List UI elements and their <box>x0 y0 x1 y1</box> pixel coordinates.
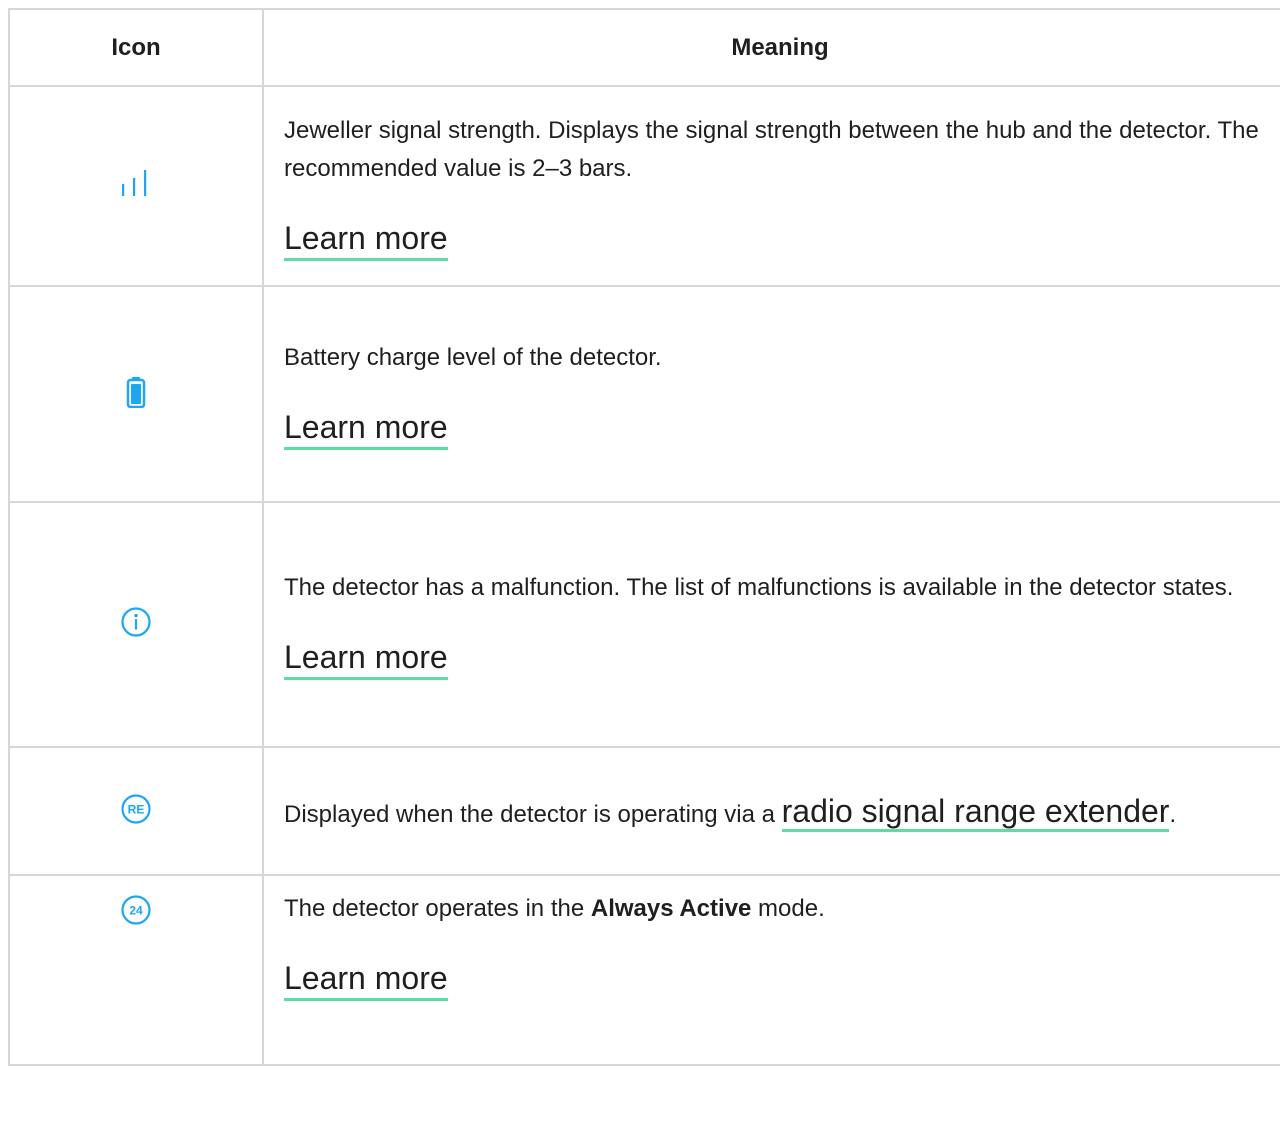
icon-cell <box>8 501 264 748</box>
always-active-icon: 24 <box>120 894 152 926</box>
meaning-cell: The detector has a malfunction. The list… <box>262 501 1280 748</box>
icon-cell <box>8 285 264 503</box>
info-icon <box>120 606 152 638</box>
meaning-cell: Displayed when the detector is operating… <box>262 746 1280 876</box>
description-text: The detector operates in the <box>284 895 591 922</box>
table-header-row: Icon Meaning <box>8 8 1280 87</box>
learn-more-link[interactable]: Learn more <box>284 218 448 261</box>
table-row: Jeweller signal strength. Displays the s… <box>8 85 1280 287</box>
table-row: RE Displayed when the detector is operat… <box>8 746 1280 876</box>
icon-cell: 24 <box>8 874 264 1066</box>
icons-table: Icon Meaning Jeweller signal strength. D… <box>8 8 1280 1066</box>
meaning-cell: Battery charge level of the detector. Le… <box>262 285 1280 503</box>
meaning-cell: Jeweller signal strength. Displays the s… <box>262 85 1280 287</box>
description-suffix: . <box>1169 801 1177 828</box>
description-text: Displayed when the detector is operating… <box>284 801 782 828</box>
table-row: The detector has a malfunction. The list… <box>8 501 1280 748</box>
icon-cell <box>8 85 264 287</box>
row-description: Jeweller signal strength. Displays the s… <box>284 116 1259 182</box>
learn-more-link[interactable]: Learn more <box>284 637 448 680</box>
mode-name: Always Active <box>590 895 752 922</box>
icon-column-header: Icon <box>8 8 264 87</box>
learn-more-link[interactable]: Learn more <box>284 958 448 1001</box>
meaning-cell: The detector operates in the Always Acti… <box>262 874 1280 1066</box>
description-suffix: mode. <box>751 895 825 922</box>
row-description: Displayed when the detector is operating… <box>284 783 1276 839</box>
learn-more-link[interactable]: Learn more <box>284 407 448 450</box>
range-extender-link[interactable]: radio signal range extender <box>781 793 1170 832</box>
range-extender-icon-text: RE <box>128 802 145 816</box>
range-extender-icon: RE <box>120 793 152 825</box>
signal-strength-icon <box>120 168 152 200</box>
table-row: Battery charge level of the detector. Le… <box>8 285 1280 503</box>
row-description: The detector operates in the Always Acti… <box>284 890 1276 928</box>
row-description: The detector has a malfunction. The list… <box>284 574 1234 601</box>
battery-icon <box>120 376 152 408</box>
meaning-column-header: Meaning <box>262 8 1280 87</box>
always-active-icon-text: 24 <box>129 904 143 918</box>
row-description: Battery charge level of the detector. <box>284 343 662 371</box>
table-row: 24 The detector operates in the Always A… <box>8 874 1280 1066</box>
icon-cell: RE <box>8 746 264 876</box>
